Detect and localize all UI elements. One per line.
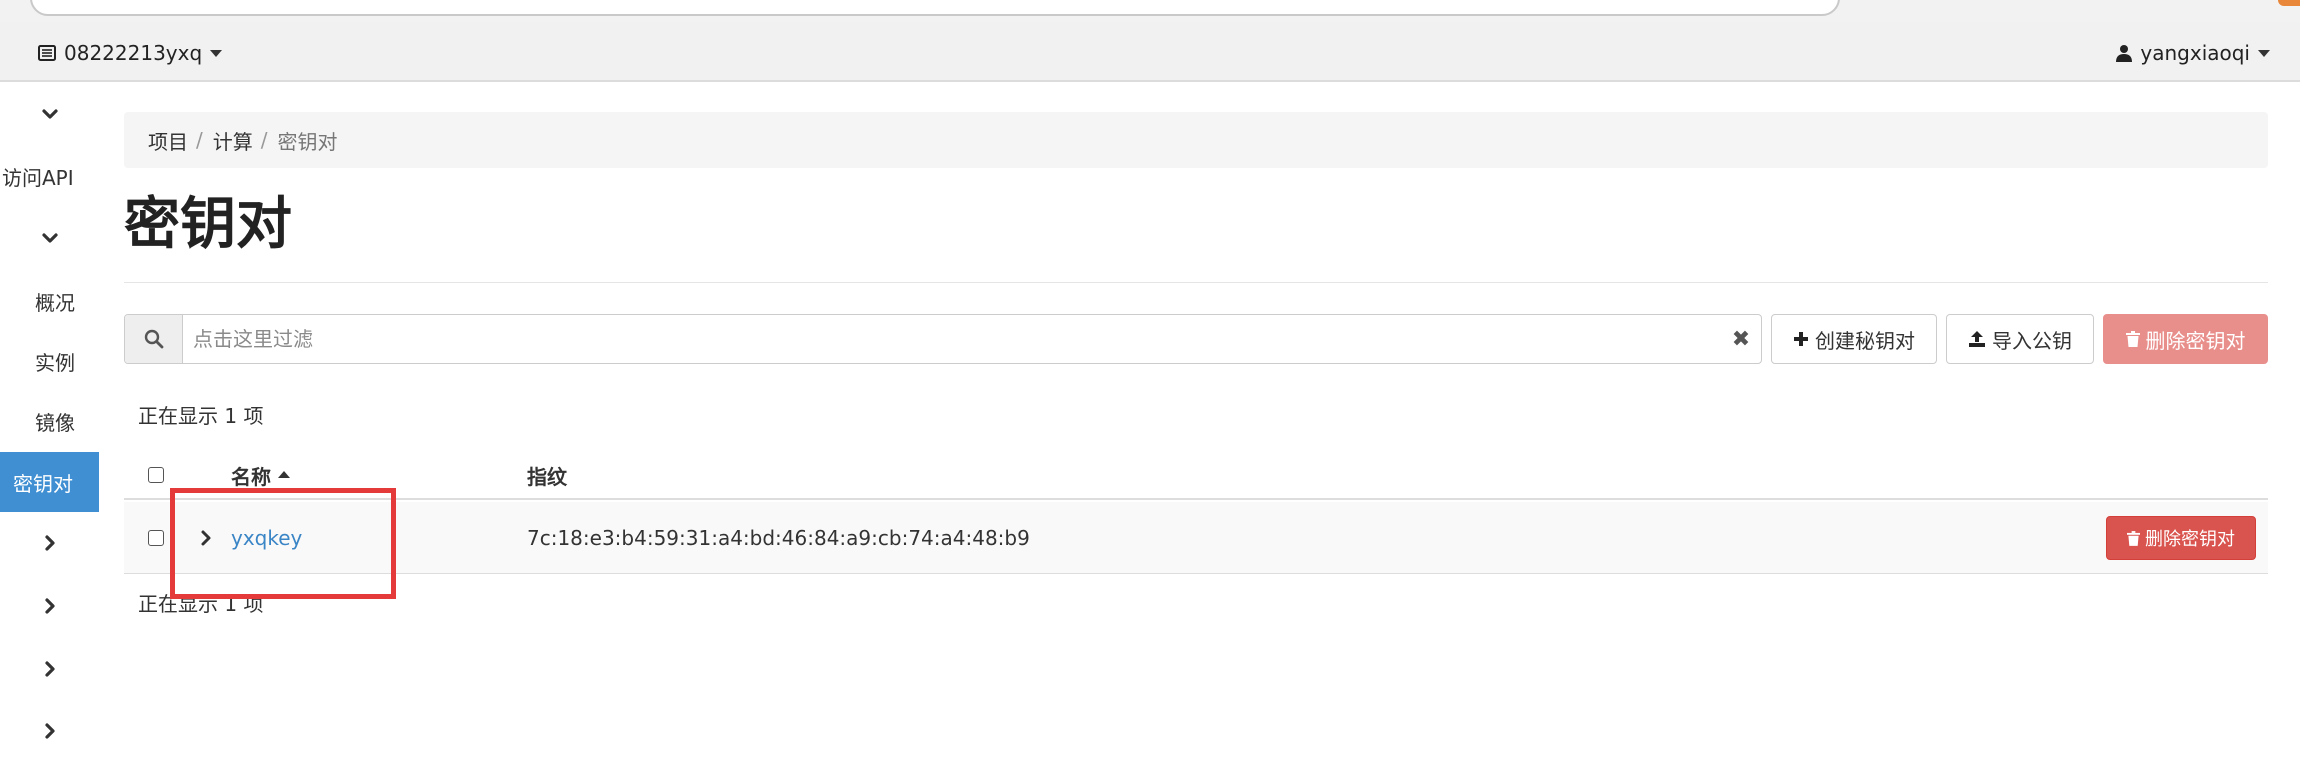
filter-bar: ✖ (124, 314, 1762, 364)
filter-input[interactable] (183, 315, 1721, 363)
breadcrumb: 项目 / 计算 / 密钥对 (124, 112, 2268, 168)
upload-icon (1969, 331, 1985, 347)
keypair-fingerprint: 7c:18:e3:b4:59:31:a4:bd:46:84:a9:cb:74:a… (527, 526, 1030, 550)
sidebar-section-toggle[interactable] (0, 208, 100, 268)
user-menu[interactable]: yangxiaoqi (2116, 38, 2270, 68)
sidebar-collapse-toggle[interactable] (0, 84, 100, 144)
sidebar-item-keypairs[interactable]: 密钥对 (0, 452, 99, 512)
chevron-down-icon (42, 233, 58, 243)
chevron-right-icon (45, 661, 55, 677)
sidebar-item-label: 访问API (2, 165, 74, 190)
project-switcher[interactable]: 08222213yxq (38, 38, 223, 68)
breadcrumb-item-project[interactable]: 项目 (148, 126, 188, 155)
caret-down-icon (210, 49, 223, 57)
row-delete-label: 删除密钥对 (2145, 529, 2235, 550)
chevron-right-icon (45, 723, 55, 739)
sidebar: 访问API 概况 实例 镜像 密钥对 (0, 84, 100, 765)
breadcrumb-item-compute[interactable]: 计算 (213, 126, 253, 155)
sort-asc-icon (278, 471, 290, 478)
extension-icon[interactable] (2278, 0, 2300, 6)
trash-icon (2127, 530, 2140, 546)
sidebar-item-label: 密钥对 (13, 471, 73, 496)
row-delete-keypair-button[interactable]: 删除密钥对 (2106, 516, 2256, 560)
row-checkbox[interactable] (148, 530, 164, 546)
row-expand-toggle[interactable] (197, 502, 215, 574)
project-list-icon (38, 45, 56, 61)
page-title: 密钥对 (124, 192, 292, 257)
item-count: 正在显示 1 项 (138, 404, 264, 428)
breadcrumb-separator: / (196, 128, 203, 152)
column-header-fingerprint[interactable]: 指纹 (527, 450, 567, 500)
user-icon (2116, 45, 2133, 62)
column-header-label: 指纹 (527, 464, 567, 489)
item-count-footer: 正在显示 1 项 (138, 592, 264, 616)
import-public-key-button[interactable]: 导入公钥 (1946, 314, 2094, 364)
sidebar-item-label: 镜像 (35, 410, 75, 435)
title-divider (124, 282, 2268, 283)
filter-addon (125, 315, 183, 363)
table-header: 名称 指纹 (124, 450, 2268, 500)
chevron-down-icon (42, 109, 58, 119)
create-keypair-button[interactable]: 创建秘钥对 (1771, 314, 1937, 364)
table-row: yxqkey 7c:18:e3:b4:59:31:a4:bd:46:84:a9:… (124, 502, 2268, 574)
chevron-right-icon (45, 535, 55, 551)
chevron-right-icon (201, 530, 211, 546)
sidebar-item-label: 实例 (35, 350, 75, 375)
sidebar-item-images[interactable]: 镜像 (0, 391, 100, 451)
delete-keypairs-button[interactable]: 删除密钥对 (2103, 314, 2268, 364)
browser-chrome (0, 0, 2300, 22)
address-bar[interactable] (30, 0, 1840, 16)
clear-filter-icon[interactable]: ✖ (1721, 315, 1761, 363)
breadcrumb-separator: / (260, 128, 268, 152)
column-header-name[interactable]: 名称 (231, 450, 291, 500)
chevron-right-icon (45, 598, 55, 614)
import-public-key-label: 导入公钥 (1992, 328, 2072, 353)
delete-keypairs-label: 删除密钥对 (2145, 328, 2246, 353)
column-header-label: 名称 (231, 464, 271, 489)
sidebar-section-expand[interactable] (0, 513, 100, 573)
trash-icon (2125, 331, 2140, 347)
search-icon (144, 329, 163, 349)
keypair-name-link[interactable]: yxqkey (231, 502, 302, 574)
top-navbar: 08222213yxq yangxiaoqi (0, 22, 2300, 82)
sidebar-section-expand[interactable] (0, 701, 100, 761)
sidebar-item-instances[interactable]: 实例 (0, 331, 100, 391)
plus-icon (1794, 332, 1808, 346)
breadcrumb-item-current: 密钥对 (277, 129, 338, 154)
user-name: yangxiaoqi (2140, 41, 2250, 65)
sidebar-item-label: 概况 (35, 290, 75, 315)
caret-down-icon (2258, 49, 2270, 57)
select-all-checkbox[interactable] (148, 467, 164, 483)
sidebar-item-overview[interactable]: 概况 (0, 271, 100, 331)
sidebar-section-expand[interactable] (0, 576, 100, 636)
create-keypair-label: 创建秘钥对 (1815, 328, 1915, 353)
sidebar-item-api-access[interactable]: 访问API (0, 146, 100, 206)
sidebar-section-expand[interactable] (0, 639, 100, 699)
project-name: 08222213yxq (64, 41, 203, 65)
